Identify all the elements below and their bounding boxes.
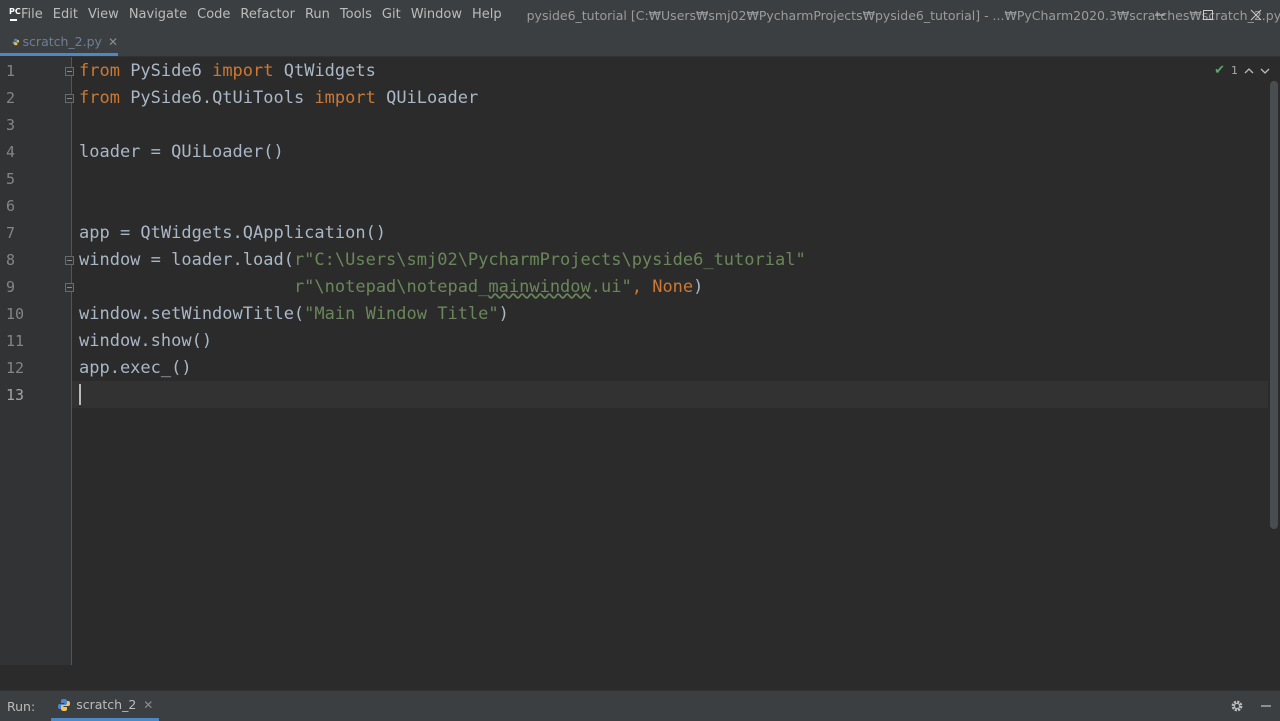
run-tool-window-bar: Run: scratch_2 ✕ bbox=[0, 690, 1280, 721]
code-text: ) bbox=[498, 304, 509, 324]
close-window-button[interactable] bbox=[1232, 0, 1280, 30]
gear-icon[interactable] bbox=[1230, 699, 1244, 713]
line-number: 3 bbox=[6, 116, 16, 134]
run-tab-label: scratch_2 bbox=[76, 697, 137, 712]
menu-bar: File Edit View Navigate Code Refactor Ru… bbox=[16, 0, 507, 30]
minimize-button[interactable] bbox=[1136, 0, 1184, 30]
chevron-up-icon[interactable] bbox=[1244, 66, 1254, 76]
line-number: 4 bbox=[6, 143, 16, 161]
menu-navigate[interactable]: Navigate bbox=[124, 0, 192, 30]
menu-window[interactable]: Window bbox=[406, 0, 467, 30]
line-number: 6 bbox=[6, 197, 16, 215]
keyword: import bbox=[314, 88, 376, 108]
menu-view[interactable]: View bbox=[83, 0, 124, 30]
string-literal: "Main Window Title" bbox=[304, 304, 499, 324]
horizontal-scroll-area bbox=[0, 665, 1280, 690]
menu-edit[interactable]: Edit bbox=[48, 0, 83, 30]
line-number: 1 bbox=[6, 62, 16, 80]
fold-collapse-icon[interactable] bbox=[65, 256, 74, 265]
code-editor[interactable]: 1 2 3 4 5 6 7 8 9 10 11 12 13 from PySid… bbox=[0, 57, 1280, 665]
menu-help[interactable]: Help bbox=[467, 0, 507, 30]
line-number: 12 bbox=[6, 359, 25, 377]
fold-collapse-icon[interactable] bbox=[65, 94, 74, 103]
close-icon bbox=[1250, 9, 1262, 21]
editor-tab-bar: scratch_2.py ✕ bbox=[0, 30, 1280, 57]
line-number: 8 bbox=[6, 251, 16, 269]
chevron-down-icon[interactable] bbox=[1260, 66, 1270, 76]
code-text: QUiLoader bbox=[375, 88, 479, 108]
maximize-icon bbox=[1203, 10, 1213, 20]
tab-scratch-2[interactable]: scratch_2.py ✕ bbox=[0, 30, 118, 56]
tab-close-icon[interactable]: ✕ bbox=[108, 35, 118, 49]
code-line[interactable]: app.exec_() bbox=[79, 355, 192, 382]
run-tab-close-icon[interactable]: ✕ bbox=[143, 698, 153, 712]
code-line[interactable]: loader = QUiLoader() bbox=[79, 139, 284, 166]
minimize-icon bbox=[1155, 14, 1165, 16]
code-text: PySide6.QtUiTools bbox=[119, 88, 315, 108]
code-text: window.setWindowTitle( bbox=[79, 304, 305, 324]
typo-underlined-word: mainwindow bbox=[488, 277, 591, 297]
menu-code[interactable]: Code bbox=[192, 0, 235, 30]
run-tab-scratch-2[interactable]: scratch_2 ✕ bbox=[51, 691, 160, 721]
code-text: QtWidgets bbox=[273, 61, 376, 81]
tab-label: scratch_2.py bbox=[22, 34, 102, 49]
code-text: window = loader.load( bbox=[79, 250, 294, 270]
punctuation: , bbox=[631, 277, 653, 297]
window-controls bbox=[1136, 0, 1280, 30]
maximize-button[interactable] bbox=[1184, 0, 1232, 30]
python-file-icon bbox=[12, 38, 20, 45]
code-line[interactable]: r"\notepad\notepad_mainwindow.ui", None) bbox=[79, 274, 703, 301]
title-bar: PC File Edit View Navigate Code Refactor… bbox=[0, 0, 1280, 30]
fold-collapse-icon[interactable] bbox=[65, 67, 74, 76]
keyword: from bbox=[79, 88, 120, 108]
code-text: ) bbox=[693, 277, 704, 297]
string-literal: r"C:\Users\smj02\PycharmProjects\pyside6… bbox=[293, 250, 806, 270]
code-line[interactable]: window = loader.load(r"C:\Users\smj02\Py… bbox=[79, 247, 806, 274]
fold-collapse-icon[interactable] bbox=[65, 283, 74, 292]
line-number: 5 bbox=[6, 170, 16, 188]
line-number: 2 bbox=[6, 89, 16, 107]
check-icon: ✔ bbox=[1214, 63, 1225, 78]
code-line[interactable]: window.setWindowTitle("Main Window Title… bbox=[79, 301, 509, 328]
keyword: import bbox=[212, 61, 274, 81]
run-toolbar-right bbox=[1230, 691, 1272, 721]
line-number: 13 bbox=[6, 386, 25, 404]
vertical-scrollbar[interactable] bbox=[1270, 81, 1278, 529]
string-literal: r"\notepad\notepad_ bbox=[293, 277, 489, 297]
menu-refactor[interactable]: Refactor bbox=[235, 0, 300, 30]
line-number: 11 bbox=[6, 332, 25, 350]
line-number: 7 bbox=[6, 224, 16, 242]
menu-tools[interactable]: Tools bbox=[335, 0, 377, 30]
keyword: None bbox=[652, 277, 694, 297]
menu-git[interactable]: Git bbox=[377, 0, 406, 30]
menu-run[interactable]: Run bbox=[300, 0, 335, 30]
inspection-widget[interactable]: ✔ 1 bbox=[1214, 63, 1270, 78]
inspection-count: 1 bbox=[1231, 64, 1238, 77]
text-cursor bbox=[79, 384, 81, 405]
python-file-icon bbox=[58, 698, 71, 711]
line-number: 9 bbox=[6, 278, 16, 296]
current-line-highlight bbox=[72, 381, 1268, 408]
keyword: from bbox=[79, 61, 120, 81]
code-line[interactable]: from PySide6 import QtWidgets bbox=[79, 58, 376, 85]
code-text: PySide6 bbox=[119, 61, 213, 81]
minimize-panel-icon[interactable] bbox=[1260, 700, 1272, 712]
line-number-gutter[interactable]: 1 2 3 4 5 6 7 8 9 10 11 12 13 bbox=[0, 57, 72, 665]
code-line[interactable]: from PySide6.QtUiTools import QUiLoader bbox=[79, 85, 478, 112]
code-line[interactable]: window.show() bbox=[79, 328, 212, 355]
line-number: 10 bbox=[6, 305, 25, 323]
string-literal: .ui" bbox=[590, 277, 632, 297]
code-line[interactable]: app = QtWidgets.QApplication() bbox=[79, 220, 386, 247]
run-label: Run: bbox=[7, 698, 36, 714]
